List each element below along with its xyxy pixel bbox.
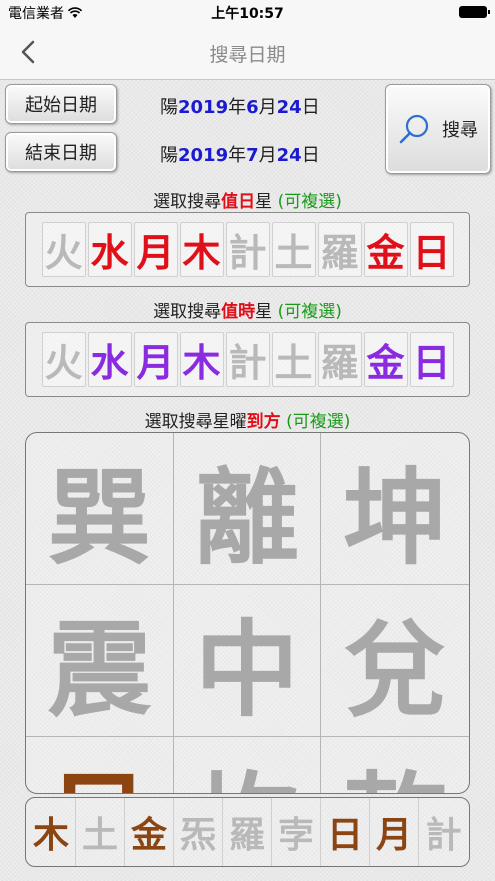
planet-toggle[interactable]: 木 bbox=[27, 798, 76, 866]
planet-toggle[interactable]: 日 bbox=[321, 798, 370, 866]
title-text: 選取搜尋 bbox=[153, 302, 222, 322]
title-text: 星 bbox=[255, 302, 278, 322]
planet-row: 木土金炁羅孛日月計 bbox=[25, 797, 470, 867]
hour-star-toggle[interactable]: 火 bbox=[41, 332, 86, 387]
multi-select-hint: (可複選) bbox=[277, 302, 342, 322]
title-highlight: 到方 bbox=[246, 412, 281, 432]
direction-cell[interactable]: 中 bbox=[173, 585, 322, 737]
planet-toggle[interactable]: 計 bbox=[419, 798, 468, 866]
hour-star-title: 選取搜尋值時星 (可複選) bbox=[0, 297, 495, 322]
start-year: 2019 bbox=[178, 97, 229, 118]
planet-toggle[interactable]: 金 bbox=[125, 798, 174, 866]
multi-select-hint: (可複選) bbox=[286, 412, 351, 432]
title-text: 選取搜尋星曜 bbox=[144, 412, 247, 432]
day-star-toggle[interactable]: 火 bbox=[41, 222, 86, 277]
start-day: 24 bbox=[276, 97, 302, 118]
year-unit: 年 bbox=[228, 97, 247, 118]
direction-cell[interactable]: 艮 bbox=[26, 737, 174, 793]
hour-star-toggle[interactable]: 月 bbox=[133, 332, 178, 387]
calendar-prefix: 陽 bbox=[160, 145, 178, 166]
battery-icon bbox=[459, 6, 490, 18]
multi-select-hint: (可複選) bbox=[277, 192, 342, 212]
day-star-title: 選取搜尋值日星 (可複選) bbox=[0, 187, 495, 212]
hour-star-toggle[interactable]: 羅 bbox=[317, 332, 362, 387]
hour-star-toggle[interactable]: 日 bbox=[409, 332, 454, 387]
direction-cell[interactable]: 巽 bbox=[26, 433, 174, 585]
start-date-value[interactable]: 陽2019年6月24日 bbox=[160, 93, 320, 119]
year-unit: 年 bbox=[228, 145, 247, 166]
day-unit: 日 bbox=[301, 97, 320, 118]
end-month: 7 bbox=[246, 145, 259, 166]
direction-cell[interactable]: 兌 bbox=[321, 585, 469, 737]
day-star-toggle[interactable]: 月 bbox=[133, 222, 178, 277]
planet-toggle[interactable]: 土 bbox=[76, 798, 125, 866]
day-unit: 日 bbox=[301, 145, 320, 166]
status-time: 上午10:57 bbox=[211, 6, 284, 22]
hour-star-toggle[interactable]: 水 bbox=[87, 332, 132, 387]
direction-cell[interactable]: 離 bbox=[173, 433, 322, 585]
search-icon bbox=[399, 114, 429, 144]
direction-cell[interactable]: 乾 bbox=[321, 737, 469, 793]
day-star-toggle[interactable]: 木 bbox=[179, 222, 224, 277]
planet-toggle[interactable]: 炁 bbox=[174, 798, 223, 866]
status-bar: 電信業者 上午10:57 bbox=[0, 0, 495, 24]
direction-cell[interactable]: 坤 bbox=[321, 433, 469, 585]
day-star-row: 火水月木計土羅金日 bbox=[25, 212, 470, 287]
day-star-toggle[interactable]: 金 bbox=[363, 222, 408, 277]
month-unit: 月 bbox=[258, 97, 277, 118]
hour-star-toggle[interactable]: 土 bbox=[271, 332, 316, 387]
hour-star-toggle[interactable]: 計 bbox=[225, 332, 270, 387]
page-title: 搜尋日期 bbox=[209, 44, 286, 66]
day-star-toggle[interactable]: 土 bbox=[271, 222, 316, 277]
hour-star-toggle[interactable]: 木 bbox=[179, 332, 224, 387]
title-text: 星 bbox=[255, 192, 278, 212]
day-star-toggle[interactable]: 日 bbox=[409, 222, 454, 277]
direction-grid: 巽離坤震中兌艮坎乾 bbox=[25, 432, 470, 794]
title-text: 選取搜尋 bbox=[153, 192, 222, 212]
start-date-button[interactable]: 起始日期 bbox=[5, 84, 117, 124]
planet-toggle[interactable]: 孛 bbox=[272, 798, 321, 866]
end-year: 2019 bbox=[178, 145, 229, 166]
month-unit: 月 bbox=[258, 145, 277, 166]
direction-title: 選取搜尋星曜到方 (可複選) bbox=[0, 407, 495, 432]
start-month: 6 bbox=[246, 97, 259, 118]
search-button[interactable]: 搜尋 bbox=[385, 84, 491, 174]
direction-cell[interactable]: 震 bbox=[26, 585, 174, 737]
title-highlight: 值日 bbox=[221, 192, 256, 212]
calendar-prefix: 陽 bbox=[160, 97, 178, 118]
day-star-toggle[interactable]: 計 bbox=[225, 222, 270, 277]
day-star-toggle[interactable]: 羅 bbox=[317, 222, 362, 277]
end-date-button[interactable]: 結束日期 bbox=[5, 132, 117, 172]
direction-cell[interactable]: 坎 bbox=[174, 737, 322, 793]
date-panel: 起始日期 結束日期 陽2019年6月24日 陽2019年7月24日 搜尋 bbox=[0, 80, 495, 180]
day-star-toggle[interactable]: 水 bbox=[87, 222, 132, 277]
hour-star-toggle[interactable]: 金 bbox=[363, 332, 408, 387]
hour-star-row: 火水月木計土羅金日 bbox=[25, 322, 470, 397]
planet-toggle[interactable]: 月 bbox=[370, 798, 419, 866]
planet-toggle[interactable]: 羅 bbox=[223, 798, 272, 866]
search-label: 搜尋 bbox=[442, 120, 478, 141]
end-day: 24 bbox=[276, 145, 302, 166]
end-date-value[interactable]: 陽2019年7月24日 bbox=[160, 141, 320, 167]
title-highlight: 值時 bbox=[221, 302, 256, 322]
nav-bar: 搜尋日期 bbox=[0, 24, 495, 80]
